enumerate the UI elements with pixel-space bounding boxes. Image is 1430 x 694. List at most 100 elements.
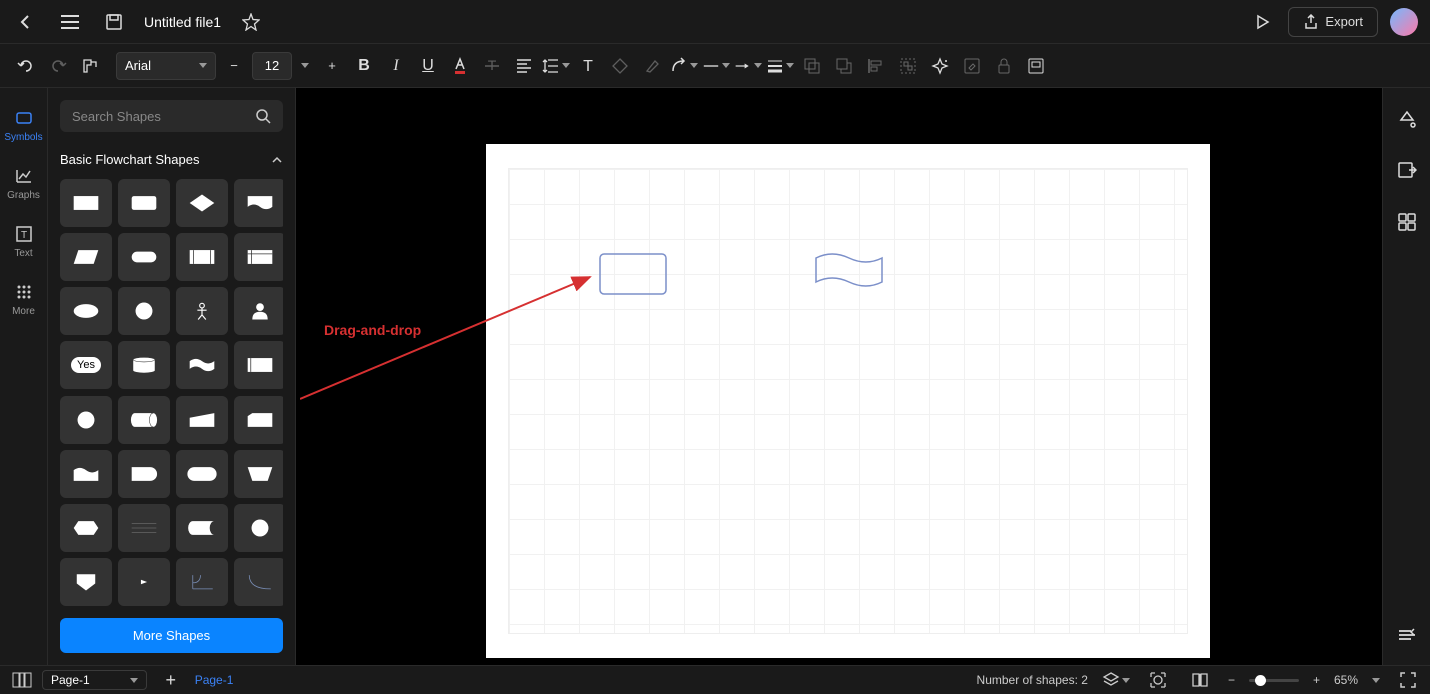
page-select[interactable]: Page-1 xyxy=(42,670,147,690)
search-shapes-input[interactable]: Search Shapes xyxy=(60,100,283,132)
line-style-button[interactable] xyxy=(702,52,730,80)
export-panel-button[interactable] xyxy=(1393,156,1421,184)
layers-panel-button[interactable] xyxy=(1393,621,1421,649)
shape-process[interactable] xyxy=(60,179,112,227)
bottombar: Page-1 + Page-1 Number of shapes: 2 − + … xyxy=(0,665,1430,694)
canvas[interactable]: Drag-and-drop xyxy=(296,88,1382,665)
shape-data[interactable] xyxy=(60,233,112,281)
undo-button[interactable] xyxy=(12,52,40,80)
export-button[interactable]: Export xyxy=(1288,7,1378,37)
fill-panel-button[interactable] xyxy=(1393,104,1421,132)
add-page-button[interactable]: + xyxy=(157,666,185,694)
canvas-shape-rect[interactable] xyxy=(599,253,667,295)
page-tab[interactable]: Page-1 xyxy=(185,673,244,687)
shape-preparation[interactable] xyxy=(60,504,112,552)
shape-lines[interactable] xyxy=(118,504,170,552)
shape-connector[interactable] xyxy=(60,396,112,444)
rail-graphs[interactable]: Graphs xyxy=(0,154,48,212)
shape-annotation[interactable]: Yes xyxy=(60,341,112,389)
underline-button[interactable]: U xyxy=(414,52,442,80)
reading-mode-button[interactable] xyxy=(1186,666,1214,694)
increase-font-button[interactable]: + xyxy=(318,52,346,80)
back-button[interactable] xyxy=(12,8,40,36)
strikethrough-button[interactable]: T xyxy=(478,52,506,80)
shape-display[interactable] xyxy=(176,450,228,498)
redo-button[interactable] xyxy=(44,52,72,80)
save-icon[interactable] xyxy=(100,8,128,36)
shape-card[interactable] xyxy=(234,341,283,389)
more-shapes-button[interactable]: More Shapes xyxy=(60,618,283,653)
zoom-value[interactable]: 65% xyxy=(1334,673,1358,687)
zoom-chevron-icon[interactable] xyxy=(1372,678,1380,683)
align-button[interactable] xyxy=(510,52,538,80)
shape-card-corner[interactable] xyxy=(234,396,283,444)
avatar[interactable] xyxy=(1390,8,1418,36)
shape-decision[interactable] xyxy=(176,179,228,227)
rail-symbols[interactable]: Symbols xyxy=(0,96,48,154)
shape-internal-storage[interactable] xyxy=(234,233,283,281)
shape-tape[interactable] xyxy=(176,341,228,389)
shape-manual-input[interactable] xyxy=(176,396,228,444)
shape-curve[interactable] xyxy=(234,558,283,606)
format-painter-button[interactable] xyxy=(76,52,104,80)
font-size-input[interactable]: 12 xyxy=(252,52,292,80)
shape-circle2[interactable] xyxy=(234,504,283,552)
group-button[interactable] xyxy=(894,52,922,80)
highlight-button[interactable] xyxy=(638,52,666,80)
fullscreen-button[interactable] xyxy=(1394,666,1422,694)
shape-database[interactable] xyxy=(118,341,170,389)
play-button[interactable] xyxy=(1248,8,1276,36)
shape-manual-op[interactable] xyxy=(234,450,283,498)
shapes-section-header[interactable]: Basic Flowchart Shapes xyxy=(60,144,283,175)
shape-collapsed[interactable] xyxy=(118,558,170,606)
canvas-shape-wave[interactable] xyxy=(815,252,883,288)
shape-fill-button[interactable] xyxy=(606,52,634,80)
shape-direct-data[interactable] xyxy=(118,396,170,444)
shape-circle[interactable] xyxy=(118,287,170,335)
rail-more[interactable]: More xyxy=(0,270,48,328)
shape-terminator[interactable] xyxy=(118,233,170,281)
line-weight-button[interactable] xyxy=(766,52,794,80)
favorite-button[interactable] xyxy=(237,8,265,36)
font-family-value: Arial xyxy=(125,58,151,73)
focus-button[interactable] xyxy=(1144,666,1172,694)
layers-button[interactable] xyxy=(1102,666,1130,694)
send-backward-button[interactable] xyxy=(798,52,826,80)
shape-rounded-rect[interactable] xyxy=(118,179,170,227)
zoom-in-button[interactable]: + xyxy=(1313,673,1320,687)
container-button[interactable] xyxy=(1022,52,1050,80)
file-title[interactable]: Untitled file1 xyxy=(144,14,221,30)
shape-axis[interactable] xyxy=(176,558,228,606)
align-objects-button[interactable] xyxy=(862,52,890,80)
shape-ellipse[interactable] xyxy=(60,287,112,335)
bold-button[interactable]: B xyxy=(350,52,378,80)
shape-wave[interactable] xyxy=(60,450,112,498)
shape-document[interactable] xyxy=(234,179,283,227)
line-spacing-button[interactable] xyxy=(542,52,570,80)
arrow-style-button[interactable] xyxy=(734,52,762,80)
menu-button[interactable] xyxy=(56,8,84,36)
shape-offpage[interactable] xyxy=(60,558,112,606)
shape-stored-data[interactable] xyxy=(176,504,228,552)
shape-delay[interactable] xyxy=(118,450,170,498)
pages-panel-button[interactable] xyxy=(8,666,36,694)
apps-panel-button[interactable] xyxy=(1393,208,1421,236)
font-size-dropdown[interactable] xyxy=(296,52,314,80)
text-tool-button[interactable]: T xyxy=(574,52,602,80)
shape-user[interactable] xyxy=(234,287,283,335)
shape-predefined[interactable] xyxy=(176,233,228,281)
bring-forward-button[interactable] xyxy=(830,52,858,80)
zoom-slider[interactable] xyxy=(1249,679,1299,682)
shape-actor[interactable] xyxy=(176,287,228,335)
rail-text[interactable]: T Text xyxy=(0,212,48,270)
zoom-thumb[interactable] xyxy=(1255,675,1266,686)
font-family-select[interactable]: Arial xyxy=(116,52,216,80)
decrease-font-button[interactable]: − xyxy=(220,52,248,80)
text-color-button[interactable] xyxy=(446,52,474,80)
ai-button[interactable] xyxy=(926,52,954,80)
lock-button[interactable] xyxy=(990,52,1018,80)
edit-button[interactable] xyxy=(958,52,986,80)
italic-button[interactable]: I xyxy=(382,52,410,80)
connector-button[interactable] xyxy=(670,52,698,80)
zoom-out-button[interactable]: − xyxy=(1228,673,1235,687)
